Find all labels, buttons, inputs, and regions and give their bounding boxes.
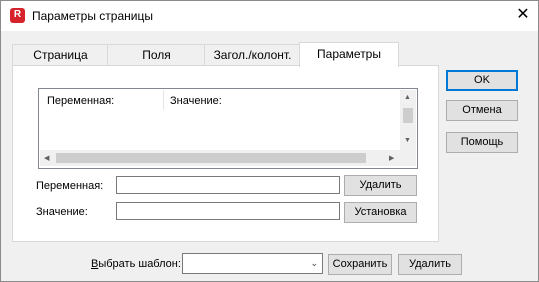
window-title: Параметры страницы <box>32 9 153 23</box>
value-input[interactable] <box>116 202 340 220</box>
variables-list[interactable]: Переменная: Значение: ▲ ▼ ◀ ▶ <box>38 88 418 169</box>
tab-margins[interactable]: Поля <box>107 44 206 65</box>
column-header-value[interactable]: Значение: <box>170 95 222 107</box>
title-bar: R Параметры страницы ✕ <box>1 1 538 31</box>
variable-input[interactable] <box>116 176 340 194</box>
variable-label: Переменная: <box>36 180 104 192</box>
scroll-corner <box>400 150 416 166</box>
value-label: Значение: <box>36 206 88 218</box>
scroll-down-icon[interactable]: ▼ <box>404 137 411 144</box>
scroll-left-icon[interactable]: ◀ <box>44 154 49 162</box>
column-header-variable[interactable]: Переменная: <box>47 95 114 107</box>
delete-variable-button[interactable]: Удалить <box>344 175 417 196</box>
scroll-up-icon[interactable]: ▲ <box>404 94 411 101</box>
vertical-scroll-thumb[interactable] <box>403 108 413 123</box>
template-label: Выбрать шаблон: <box>91 258 181 270</box>
page-setup-dialog: R Параметры страницы ✕ Страница Поля Заг… <box>0 0 539 282</box>
scroll-right-icon[interactable]: ▶ <box>389 154 394 162</box>
help-button[interactable]: Помощь <box>446 132 518 153</box>
set-value-button[interactable]: Установка <box>344 202 417 223</box>
horizontal-scrollbar[interactable]: ◀ ▶ <box>40 150 400 166</box>
tab-header-footer[interactable]: Загол./колонт. <box>204 44 301 65</box>
horizontal-scroll-thumb[interactable] <box>56 153 366 163</box>
chevron-down-icon[interactable]: ⌄ <box>310 258 318 269</box>
save-template-button[interactable]: Сохранить <box>328 254 392 275</box>
close-icon[interactable]: ✕ <box>513 5 533 25</box>
ok-button[interactable]: OK <box>446 70 518 91</box>
template-label-text: ыбрать шаблон: <box>98 258 181 270</box>
template-select[interactable]: ⌄ <box>182 253 323 274</box>
cancel-button[interactable]: Отмена <box>446 100 518 121</box>
app-icon: R <box>10 8 25 23</box>
tab-parameters[interactable]: Параметры <box>299 42 399 67</box>
tab-page[interactable]: Страница <box>12 44 109 65</box>
vertical-scrollbar[interactable]: ▲ ▼ <box>400 90 416 150</box>
column-separator[interactable] <box>163 90 164 110</box>
delete-template-button[interactable]: Удалить <box>398 254 462 275</box>
